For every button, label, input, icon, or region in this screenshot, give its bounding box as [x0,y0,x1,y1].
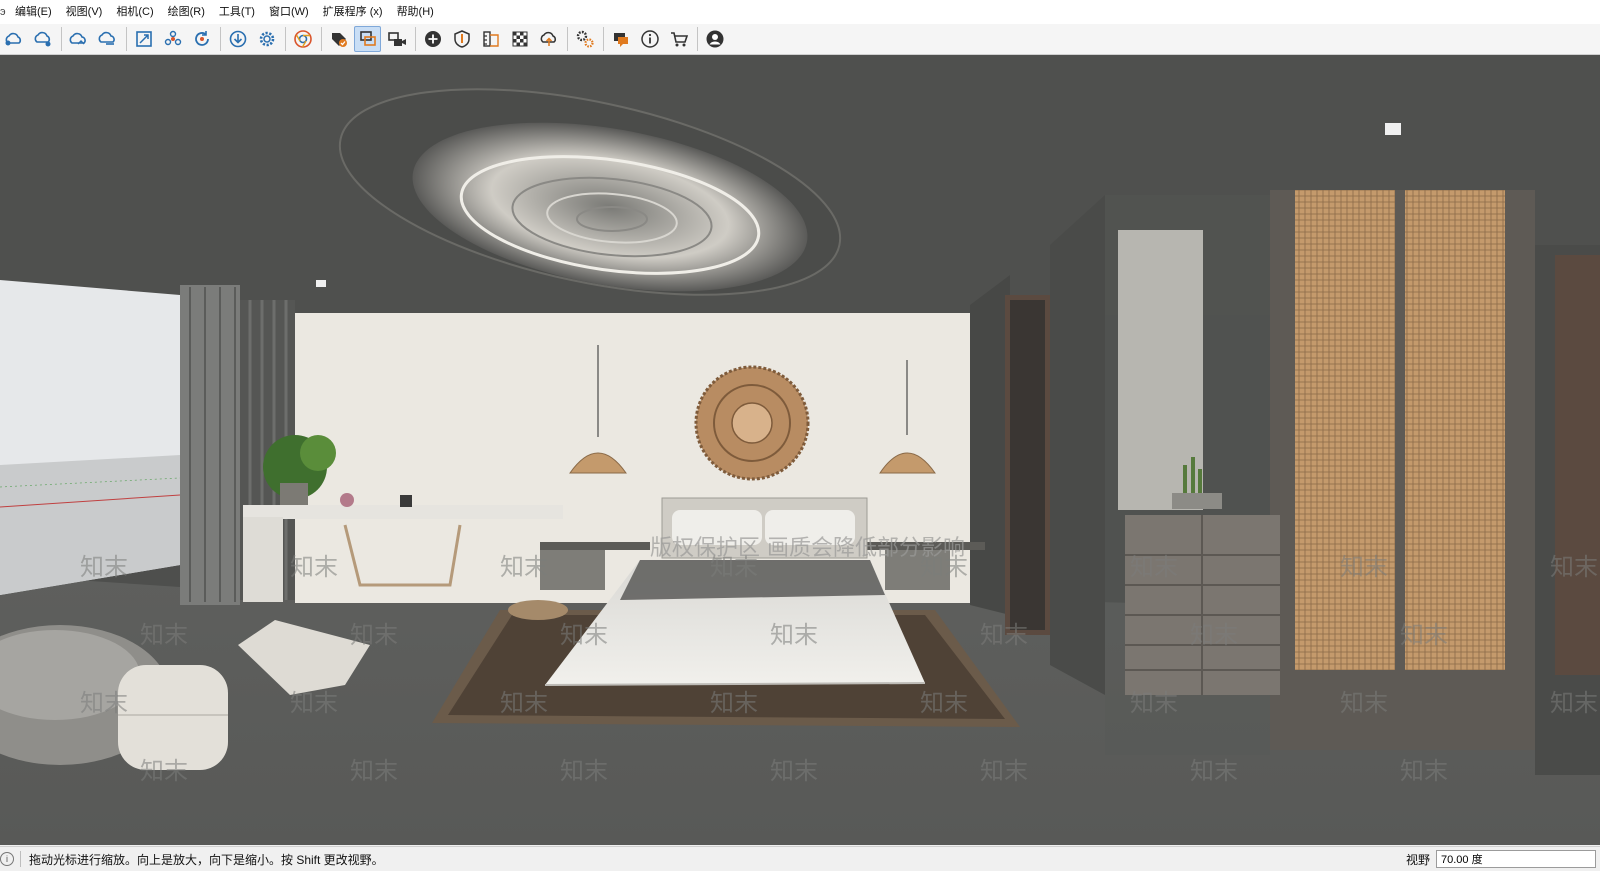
watermark-text: 知末 [350,621,398,649]
wardrobe-door-right [1405,190,1505,670]
copyright-banner: 版权保护区 画质会降低部分影响 [650,536,965,561]
right-wall-segment [970,275,1010,615]
wardrobe-door-left [1295,190,1395,670]
chat-icon[interactable] [607,26,634,52]
toolbar-separator [415,27,416,51]
watermark-text: 知末 [80,689,128,717]
vcb-input[interactable] [1436,850,1596,868]
status-message: 拖动光标进行缩放。向上是放大，向下是缩小。按 Shift 更改视野。 [29,852,384,867]
watermark-text: 知末 [140,621,188,649]
watermark-text: 知末 [1400,757,1448,785]
watermark-text: 知末 [980,621,1028,649]
watermark-text: 知末 [1340,553,1388,581]
watermark-text: 知末 [1550,689,1598,717]
ceiling-light [1385,123,1401,135]
menu-edge-glyph: э [0,6,6,18]
account-icon[interactable] [701,26,728,52]
watermark-text: 知末 [290,689,338,717]
watermark-text: 知末 [1190,621,1238,649]
watermark-text: 知末 [1130,553,1178,581]
model-viewport[interactable]: 知末 知末 知末 知末 知末 知末 知末 知末 知末 知末 知末 知末 知末 知末 知末 知末 知末 知末 知末 知末… [0,55,1600,845]
floor-pouf [508,600,568,620]
settings-gear-icon[interactable] [253,26,280,52]
toolbar-separator [220,27,221,51]
watermark-text: 知末 [290,553,338,581]
watermark-text: 知末 [140,757,188,785]
watermark-text: 知末 [1130,689,1178,717]
status-info-icon[interactable]: i [0,852,14,866]
watermark-text: 知末 [1190,757,1238,785]
menu-view[interactable]: 视图(V) [59,0,110,24]
cart-icon[interactable] [665,26,692,52]
components-icon[interactable] [159,26,186,52]
refresh-icon[interactable] [188,26,215,52]
toolbar-separator [321,27,322,51]
watermark-text: 知末 [710,689,758,717]
nightstand-left [540,545,605,590]
watermark-text: 知末 [560,757,608,785]
watermark-text: 知末 [920,689,968,717]
menu-edit[interactable]: 编辑(E) [8,0,59,24]
watermark-text: 知末 [980,757,1028,785]
toolbar-separator [603,27,604,51]
vcb-label: 视野 [1405,852,1430,867]
extension-settings-icon[interactable] [571,26,598,52]
ruler-layers-icon[interactable] [477,26,504,52]
cloud-sync-icon[interactable] [0,26,27,52]
desk-cabinet [243,517,283,602]
wall-column [1050,195,1105,695]
download-icon[interactable] [224,26,251,52]
far-right-door [1555,255,1600,675]
info-icon[interactable] [636,26,663,52]
stool [118,665,228,770]
camera-record-icon[interactable] [383,26,410,52]
add-circle-icon[interactable] [419,26,446,52]
toolbar-separator [126,27,127,51]
watermark-text: 知末 [770,621,818,649]
menu-window[interactable]: 窗口(W) [262,0,316,24]
toolbar-separator [61,27,62,51]
watermark-text: 知末 [80,553,128,581]
menu-extensions[interactable]: 扩展程序 (x) [316,0,390,24]
cloud-download-icon[interactable] [94,26,121,52]
status-separator [20,851,21,867]
chrome-icon[interactable] [289,26,316,52]
zoom-extents-icon[interactable] [130,26,157,52]
menu-draw[interactable]: 绘图(R) [161,0,212,24]
status-bar: i 拖动光标进行缩放。向上是放大，向下是缩小。按 Shift 更改视野。 视野 [0,846,1600,871]
watermark-text: 知末 [1400,621,1448,649]
watermark-text: 知末 [560,621,608,649]
toolbar-separator [285,27,286,51]
toolbar-separator [567,27,568,51]
cloud-share-icon[interactable] [29,26,56,52]
desk-top [243,505,563,519]
cloud-up-icon[interactable] [535,26,562,52]
watermark-text: 知末 [350,757,398,785]
dresser-plant-pot [1172,493,1222,509]
menu-camera[interactable]: 相机(C) [109,0,160,24]
watermark-text: 知末 [1550,553,1598,581]
door [1010,300,1045,630]
toolbar-separator [697,27,698,51]
menu-bar: э 编辑(E) 视图(V) 相机(C) 绘图(R) 工具(T) 窗口(W) 扩展… [0,0,1600,24]
menu-help[interactable]: 帮助(H) [390,0,441,24]
shield-icon[interactable] [448,26,475,52]
menu-tools[interactable]: 工具(T) [212,0,262,24]
watermark-text: 知末 [500,689,548,717]
watermark-text: 知末 [1340,689,1388,717]
watermark-text: 知末 [770,757,818,785]
tag-check-icon[interactable] [325,26,352,52]
cloud-upload-icon[interactable] [65,26,92,52]
main-toolbar [0,24,1600,55]
checker-icon[interactable] [506,26,533,52]
scene-render: 知末 知末 知末 知末 知末 知末 知末 知末知末 知末 知末 知末 知末 知末 知末知末 知末 知末 知末 知末… [0,55,1600,845]
outline-icon[interactable] [354,26,381,52]
watermark-text: 知末 [500,553,548,581]
